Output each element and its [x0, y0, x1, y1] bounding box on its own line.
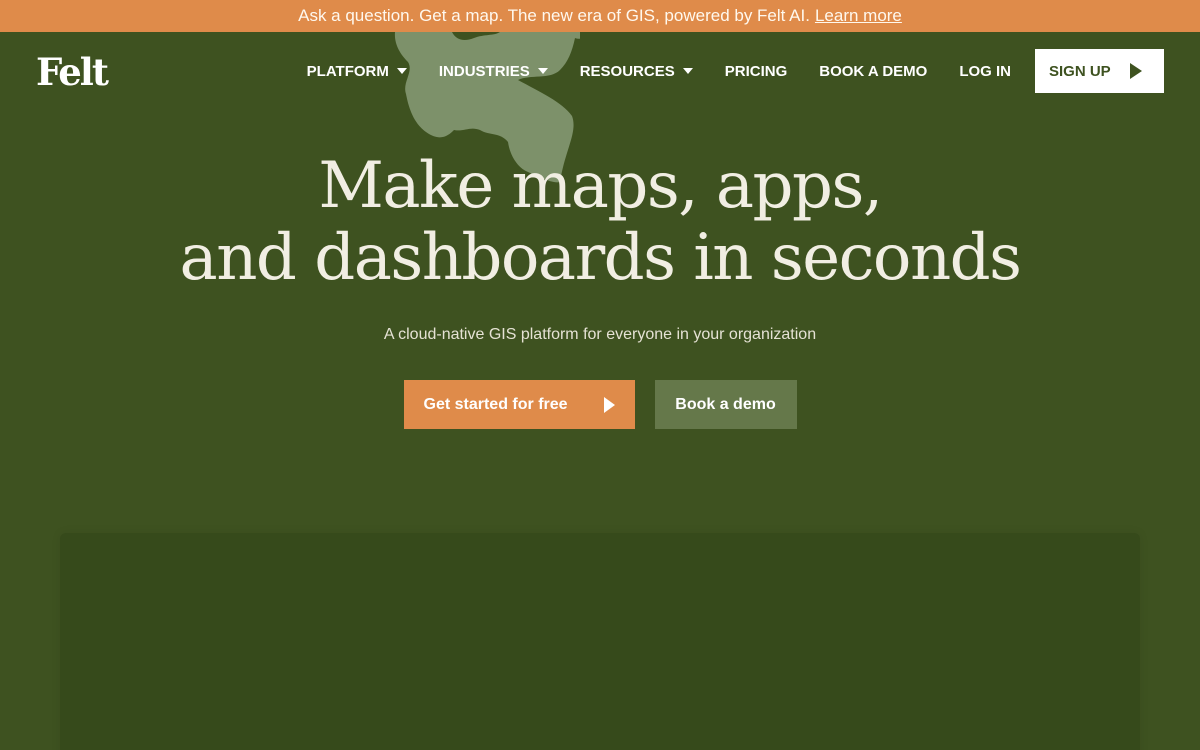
- play-arrow-icon: [1130, 63, 1142, 79]
- get-started-label: Get started for free: [423, 395, 568, 413]
- nav-book-a-demo[interactable]: BOOK A DEMO: [819, 63, 927, 80]
- play-arrow-icon: [603, 396, 615, 413]
- nav-pricing[interactable]: PRICING: [725, 63, 788, 80]
- book-demo-button[interactable]: Book a demo: [654, 380, 797, 429]
- cta-row: Get started for free Book a demo: [0, 380, 1200, 429]
- headline-line-1: Make maps, apps,: [318, 149, 883, 223]
- nav-label: RESOURCES: [579, 62, 675, 80]
- nav-label: INDUSTRIES: [438, 62, 530, 80]
- sign-up-button[interactable]: SIGN UP: [1035, 49, 1164, 93]
- nav-platform[interactable]: PLATFORM: [307, 63, 407, 80]
- caret-down-icon: [682, 68, 693, 74]
- learn-more-link[interactable]: Learn more: [815, 6, 902, 26]
- main-nav: PLATFORM INDUSTRIES RESOURCES PRICING BO…: [307, 49, 1164, 93]
- hero-headline: Make maps, apps, and dashboards in secon…: [0, 150, 1200, 294]
- felt-logo[interactable]: Felt: [36, 50, 109, 94]
- site-header: Felt PLATFORM INDUSTRIES RESOURCES PRICI…: [0, 32, 1200, 110]
- announcement-text: Ask a question. Get a map. The new era o…: [298, 6, 810, 25]
- headline-line-2: and dashboards in seconds: [179, 221, 1022, 295]
- hero-subhead: A cloud-native GIS platform for everyone…: [383, 326, 817, 343]
- sign-up-label: SIGN UP: [1049, 62, 1111, 80]
- nav-label: BOOK A DEMO: [819, 62, 928, 80]
- hero-section: Make maps, apps, and dashboards in secon…: [0, 150, 1200, 429]
- nav-resources[interactable]: RESOURCES: [580, 63, 693, 80]
- nav-label: LOG IN: [959, 62, 1011, 80]
- caret-down-icon: [537, 68, 548, 74]
- nav-log-in[interactable]: LOG IN: [959, 63, 1011, 80]
- nav-label: PLATFORM: [306, 62, 389, 80]
- product-preview-panel: [60, 533, 1140, 750]
- get-started-button[interactable]: Get started for free: [403, 380, 635, 429]
- nav-label: PRICING: [724, 62, 788, 80]
- announcement-bar: Ask a question. Get a map. The new era o…: [0, 0, 1200, 32]
- caret-down-icon: [396, 68, 407, 74]
- nav-industries[interactable]: INDUSTRIES: [439, 63, 548, 80]
